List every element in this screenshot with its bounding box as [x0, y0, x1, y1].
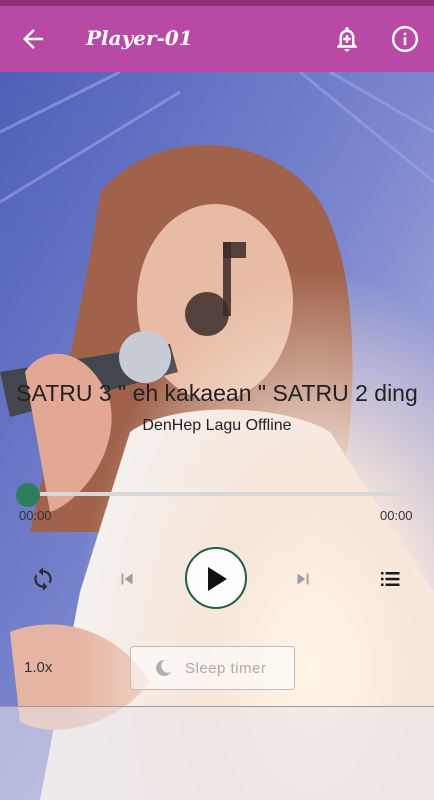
page-title: Player-01: [86, 26, 193, 50]
sleep-timer-label: Sleep timer: [185, 660, 267, 677]
artwork-image: [0, 72, 434, 800]
play-button[interactable]: [185, 547, 247, 609]
sleep-timer-button[interactable]: Sleep timer: [130, 646, 295, 690]
elapsed-time: 00:00: [19, 508, 52, 523]
back-arrow-icon[interactable]: [18, 24, 48, 54]
moon-icon: [156, 659, 171, 676]
skip-previous-icon[interactable]: [116, 568, 138, 590]
playback-speed[interactable]: 1.0x: [24, 659, 52, 676]
total-time: 00:00: [380, 508, 413, 523]
playlist-icon[interactable]: [378, 567, 402, 591]
song-title: SATRU 3 " eh kakaean " SATRU 2 ding: [16, 380, 418, 406]
skip-next-icon[interactable]: [292, 568, 314, 590]
music-note-icon: [185, 242, 246, 336]
divider: [0, 706, 434, 707]
song-artist: DenHep Lagu Offline: [142, 417, 292, 434]
add-alarm-icon[interactable]: [332, 24, 362, 54]
info-icon[interactable]: [390, 24, 420, 54]
album-art-background: [0, 72, 434, 800]
play-icon: [208, 567, 227, 591]
seek-thumb[interactable]: [16, 483, 40, 507]
repeat-icon[interactable]: [30, 566, 56, 592]
seek-bar[interactable]: [28, 492, 405, 496]
app-bar: Player-01: [0, 6, 434, 72]
